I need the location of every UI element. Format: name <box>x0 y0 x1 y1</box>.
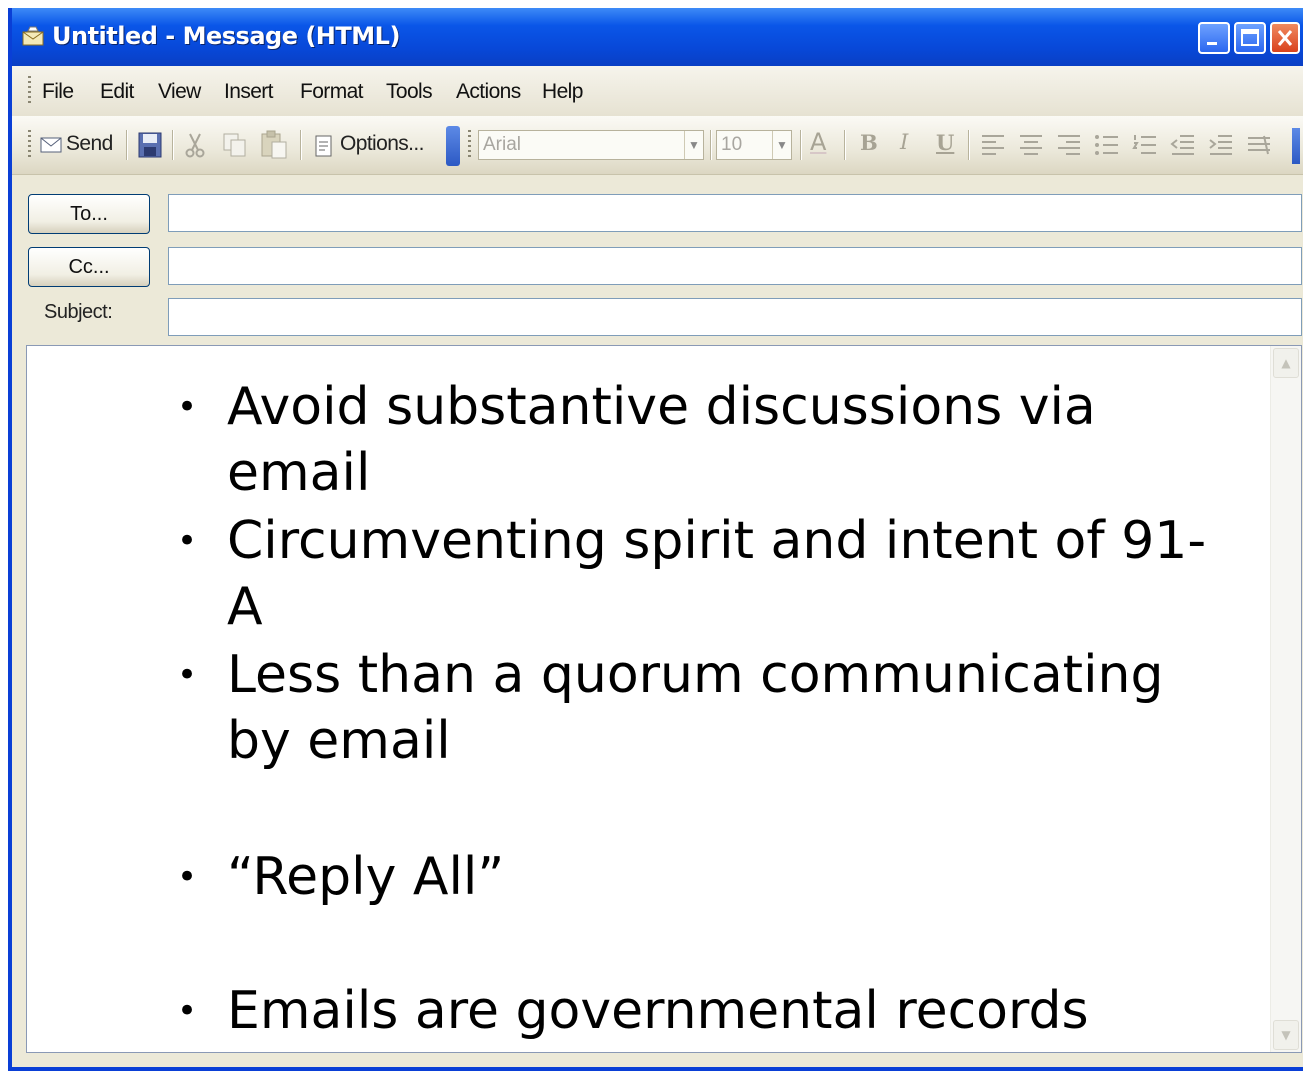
font-color-button[interactable]: A <box>810 128 826 156</box>
chevron-down-icon: ▼ <box>1281 1028 1291 1042</box>
copy-icon[interactable] <box>222 132 248 158</box>
to-button[interactable]: To... <box>28 194 150 234</box>
bullets-icon[interactable] <box>1094 134 1120 156</box>
window-title: Untitled - Message (HTML) <box>52 22 400 50</box>
minimize-button[interactable] <box>1198 22 1230 54</box>
list-item-text: Avoid substantive discussions via email <box>227 377 1096 503</box>
list-item: • Circumventing spirit and intent of 91-A <box>177 508 1237 640</box>
list-item-text: Circumventing spirit and intent of 91-A <box>227 511 1207 637</box>
paste-icon[interactable] <box>260 130 288 160</box>
align-center-icon[interactable] <box>1018 134 1044 156</box>
subject-label: Subject: <box>44 301 113 323</box>
align-right-icon[interactable] <box>1056 134 1082 156</box>
format-toolbar-grip[interactable] <box>468 130 471 158</box>
menu-edit[interactable]: Edit <box>100 80 134 104</box>
chevron-up-icon: ▲ <box>1281 356 1291 370</box>
cc-field[interactable] <box>168 247 1302 285</box>
list-item: • Avoid substantive discussions via email <box>177 374 1237 506</box>
save-disk-icon[interactable] <box>138 132 162 158</box>
chevron-down-icon: ▼ <box>684 131 703 159</box>
toolbar-separator <box>844 130 846 160</box>
bullet-dot: • <box>177 655 198 695</box>
scroll-down-button[interactable]: ▼ <box>1273 1020 1299 1050</box>
underline-button[interactable]: U <box>936 130 954 155</box>
send-envelope-icon <box>40 137 62 153</box>
menu-bar: File Edit View Insert Format Tools Actio… <box>12 66 1303 117</box>
menu-file[interactable]: File <box>42 80 74 104</box>
maximize-button[interactable] <box>1234 22 1266 54</box>
bullet-dot: • <box>177 521 198 561</box>
font-name-select[interactable]: Arial ▼ <box>478 130 704 160</box>
menu-help[interactable]: Help <box>542 80 583 104</box>
chevron-down-icon: ▼ <box>772 131 791 159</box>
menu-insert[interactable]: Insert <box>224 80 274 104</box>
toolbar: Send Options... Arial ▼ 10 ▼ A B I U <box>12 116 1303 175</box>
minimize-icon <box>1207 42 1217 45</box>
bullet-dot: • <box>177 387 198 427</box>
toolbar-separator <box>172 130 174 160</box>
to-field[interactable] <box>168 194 1302 232</box>
bold-button[interactable]: B <box>860 130 878 155</box>
font-size-value: 10 <box>721 134 743 155</box>
list-item: • Less than a quorum communicating by ema… <box>177 642 1237 774</box>
list-item-text: Emails are governmental records <box>227 981 1089 1041</box>
decrease-indent-icon[interactable] <box>1170 134 1196 156</box>
toolbar-separator <box>126 130 128 160</box>
font-name-value: Arial <box>483 134 522 155</box>
menu-format[interactable]: Format <box>300 80 364 104</box>
list-item: • “Reply All” <box>177 844 1237 910</box>
send-button[interactable]: Send <box>36 128 122 162</box>
italic-button[interactable]: I <box>900 130 908 154</box>
align-left-icon[interactable] <box>980 134 1006 156</box>
bullet-dot: • <box>177 857 198 897</box>
list-item: • Emails are governmental records <box>177 978 1237 1044</box>
toolbar-separator <box>710 130 712 160</box>
toolbar-separator <box>800 130 802 160</box>
toolbar-separator <box>968 130 970 160</box>
menu-grip[interactable] <box>28 76 31 104</box>
bullet-dot: • <box>177 991 198 1031</box>
list-item-text: Less than a quorum communicating by emai… <box>227 645 1164 771</box>
toolbar-separator <box>300 130 302 160</box>
options-icon <box>315 135 332 157</box>
numbering-icon[interactable] <box>1132 134 1158 156</box>
font-size-select[interactable]: 10 ▼ <box>716 130 792 160</box>
cut-icon[interactable] <box>184 132 206 158</box>
options-button[interactable]: Options... <box>310 128 434 162</box>
toolbar-grip[interactable] <box>28 130 31 158</box>
envelope-icon <box>22 26 44 46</box>
subject-field[interactable] <box>168 298 1302 336</box>
message-body[interactable]: • Avoid substantive discussions via email… <box>26 345 1302 1053</box>
increase-indent-icon[interactable] <box>1208 134 1234 156</box>
highlight-icon[interactable] <box>1246 134 1272 156</box>
message-window: Untitled - Message (HTML) File Edit View… <box>8 8 1303 1071</box>
cc-button[interactable]: Cc... <box>28 247 150 287</box>
toolbar-overflow-chevron[interactable] <box>1292 128 1300 164</box>
toolbar-chevron[interactable] <box>446 126 460 166</box>
options-label: Options... <box>340 132 424 155</box>
close-button[interactable] <box>1270 22 1300 54</box>
menu-tools[interactable]: Tools <box>386 80 433 104</box>
maximize-icon <box>1241 29 1259 46</box>
vertical-scrollbar[interactable]: ▲ ▼ <box>1270 346 1301 1052</box>
title-bar[interactable]: Untitled - Message (HTML) <box>12 8 1303 66</box>
menu-view[interactable]: View <box>158 80 201 104</box>
close-icon <box>1277 30 1293 46</box>
menu-actions[interactable]: Actions <box>456 80 521 104</box>
scroll-up-button[interactable]: ▲ <box>1273 348 1299 378</box>
send-label: Send <box>66 132 113 155</box>
list-item-text: “Reply All” <box>227 847 505 907</box>
